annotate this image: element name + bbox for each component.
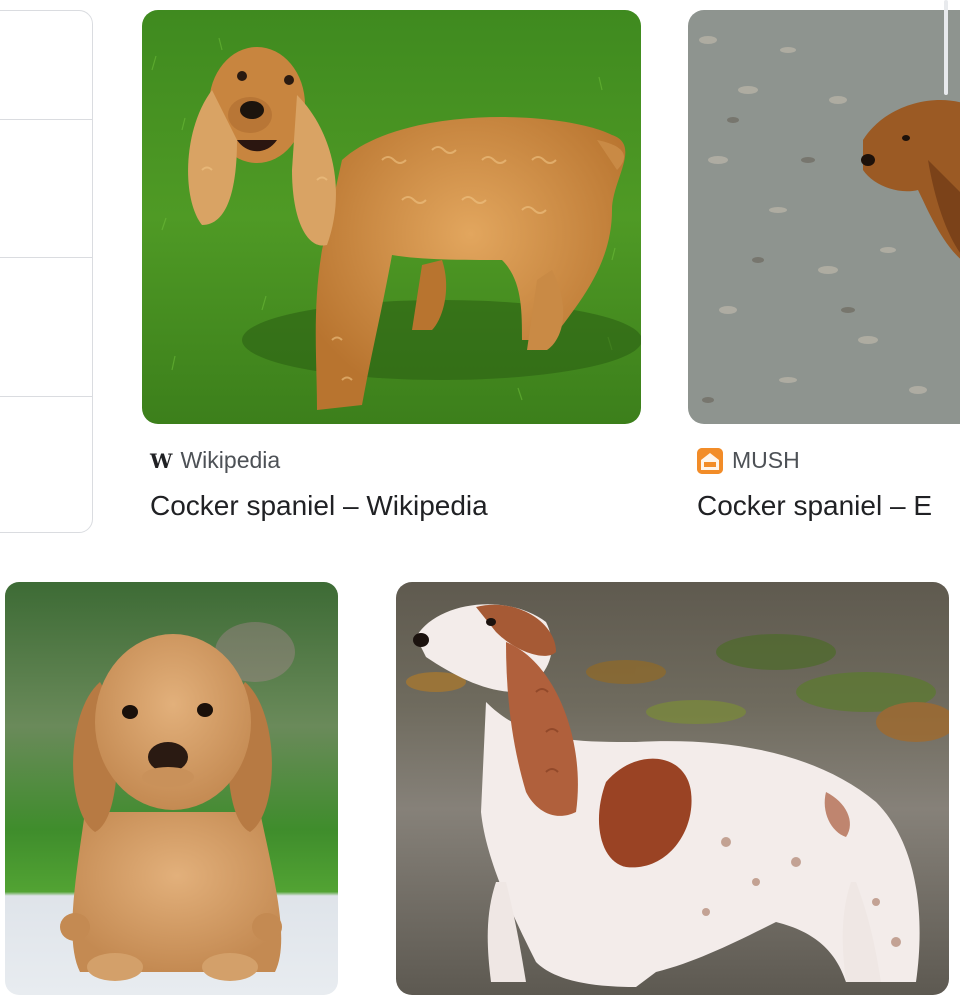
result-image-wikipedia[interactable]	[142, 10, 641, 424]
result-image-white-spaniel[interactable]	[396, 582, 949, 995]
wikipedia-w-icon: W	[150, 448, 172, 473]
golden-cocker-spaniel-image	[142, 10, 641, 424]
card-divider	[0, 257, 92, 258]
mush-logo-icon	[697, 447, 723, 474]
result-image-puppy[interactable]	[5, 582, 338, 995]
result-title-mush[interactable]: Cocker spaniel – E	[697, 490, 932, 522]
result-title-wikipedia[interactable]: Cocker spaniel – Wikipedia	[150, 490, 488, 522]
card-divider	[0, 396, 92, 397]
card-divider	[0, 119, 92, 120]
related-searches-card[interactable]	[0, 10, 93, 533]
source-name: Wikipedia	[180, 447, 281, 473]
result-source-wikipedia[interactable]: W Wikipedia	[150, 447, 280, 474]
result-source-mush[interactable]: MUSH	[697, 447, 800, 474]
image-results-page: W Wikipedia Cocker spaniel – Wikipedia M…	[0, 0, 960, 1005]
scrollbar[interactable]	[944, 0, 948, 95]
cocker-spaniel-leaves-image	[688, 10, 960, 424]
result-image-mush[interactable]	[688, 10, 960, 424]
cocker-spaniel-puppy-image	[5, 582, 338, 995]
white-brown-cocker-spaniel-image	[396, 582, 949, 995]
source-name: MUSH	[732, 447, 800, 473]
